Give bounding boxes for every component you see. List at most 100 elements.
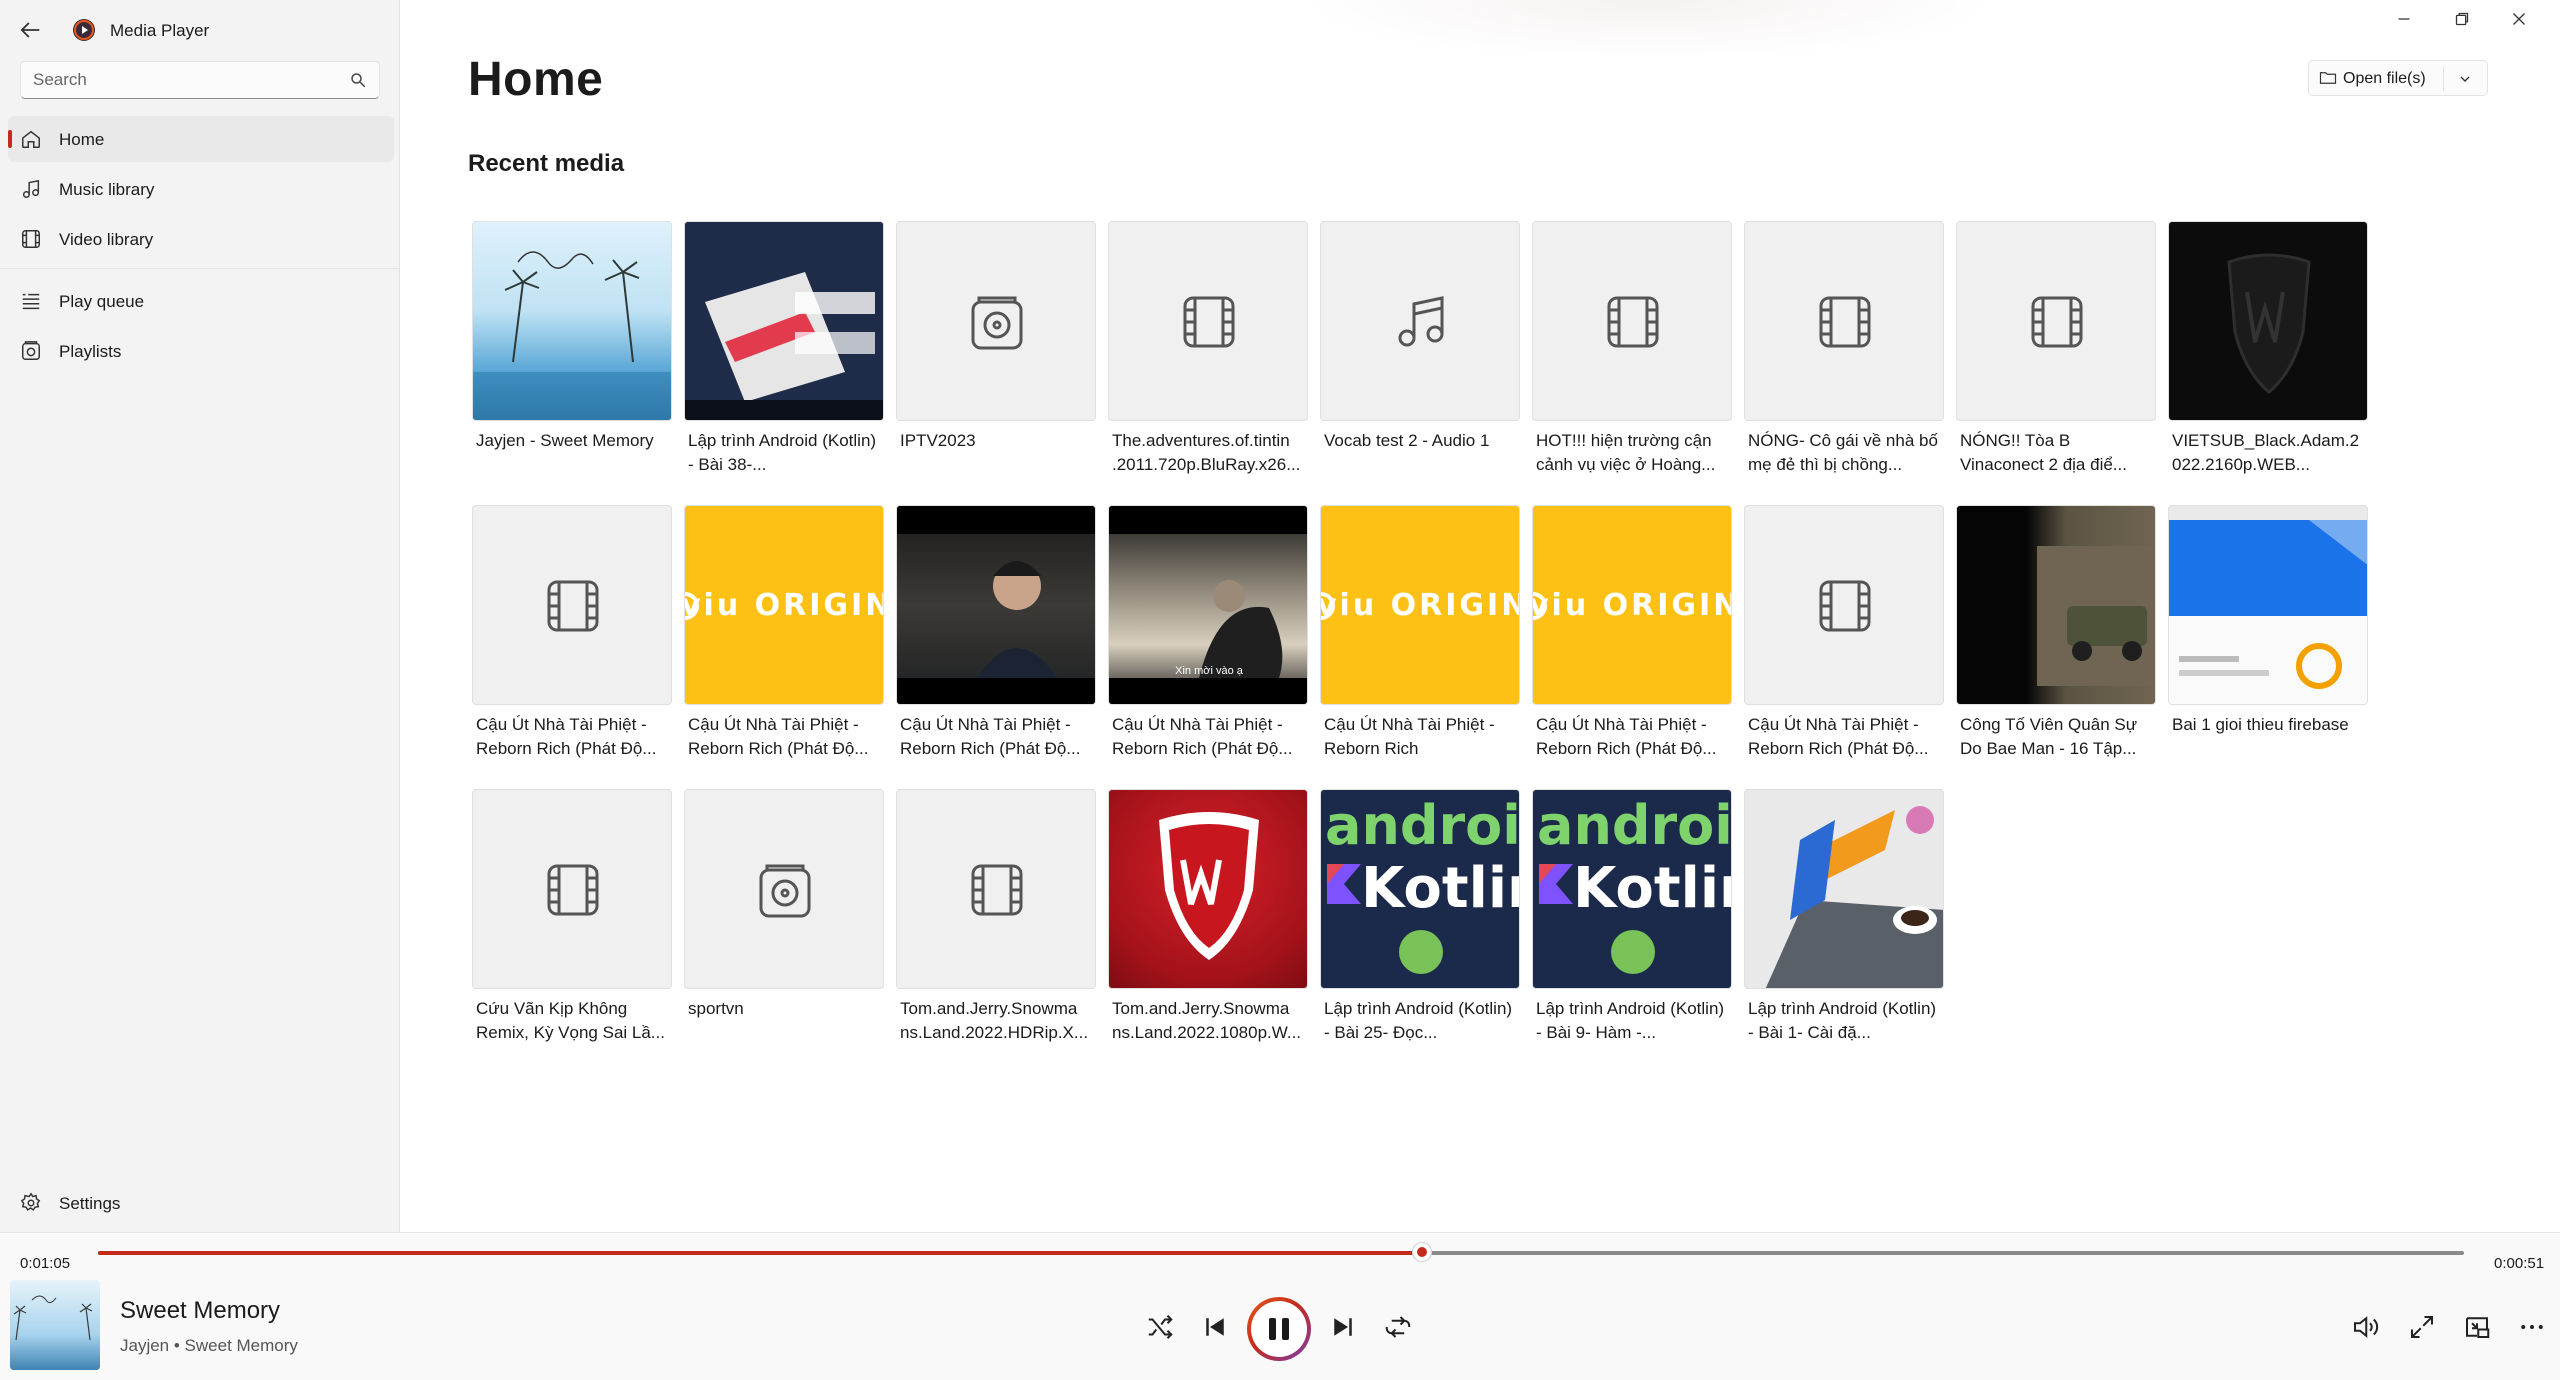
media-tile-title: Lập trình Android (Kotlin) - Bài 9- Hàm …: [1536, 999, 1725, 1042]
media-tile[interactable]: Vocab test 2 - Audio 1: [1320, 221, 1520, 491]
media-tile[interactable]: Bai 1 gioi thieu firebase: [2168, 505, 2368, 775]
media-tile-title: Cậu Út Nhà Tài Phiệt - Reborn Rich (Phát…: [688, 715, 869, 758]
media-thumbnail[interactable]: Xin mời vào ạ: [1108, 505, 1308, 705]
media-thumbnail[interactable]: [1320, 221, 1520, 421]
media-thumbnail[interactable]: [2168, 505, 2368, 705]
media-thumbnail[interactable]: [684, 789, 884, 989]
media-tile[interactable]: Cậu Út Nhà Tài Phiệt - Reborn Rich (Phát…: [472, 505, 672, 775]
media-thumbnail[interactable]: [2168, 221, 2368, 421]
media-tile[interactable]: androicKotlir Lập trình Android (Kotlin) …: [1320, 789, 1520, 1059]
mini-player-icon[interactable]: [2462, 1312, 2492, 1342]
sidebar-item-settings[interactable]: Settings: [8, 1180, 394, 1226]
sidebar-item-label: Music library: [59, 180, 155, 199]
repeat-icon[interactable]: [1383, 1312, 1413, 1342]
media-thumbnail[interactable]: [1744, 789, 1944, 989]
sidebar-item-play-queue[interactable]: Play queue: [8, 278, 394, 324]
pause-button[interactable]: [1247, 1297, 1311, 1361]
pause-bar-left: [1269, 1318, 1276, 1340]
viu-logo-text: viu ORIGINA: [1532, 588, 1731, 623]
minimize-icon[interactable]: [2393, 8, 2415, 30]
media-tile[interactable]: Tom.and.Jerry.Snowma ns.Land.2022.1080p.…: [1108, 789, 1308, 1059]
media-tile-title: VIETSUB_Black.Adam.2 022.2160p.WEB...: [2172, 431, 2360, 474]
media-tile[interactable]: sportvn: [684, 789, 884, 1059]
media-thumbnail[interactable]: [896, 505, 1096, 705]
film-placeholder-icon: [547, 580, 599, 632]
media-thumbnail[interactable]: [1744, 505, 1944, 705]
media-thumbnail[interactable]: [896, 221, 1096, 421]
media-thumbnail[interactable]: [472, 505, 672, 705]
back-arrow-icon[interactable]: [16, 16, 44, 44]
media-tile[interactable]: NÓNG- Cô gái về nhà bố mẹ đẻ thì bị chồn…: [1744, 221, 1944, 491]
media-tile[interactable]: Công Tố Viên Quân Sự Do Bae Man - 16 Tập…: [1956, 505, 2156, 775]
media-tile[interactable]: VIETSUB_Black.Adam.2 022.2160p.WEB...: [2168, 221, 2368, 491]
media-thumbnail[interactable]: [1108, 789, 1308, 989]
open-files-button[interactable]: Open file(s): [2308, 60, 2488, 96]
media-tile[interactable]: Lập trình Android (Kotlin) - Bài 38-...: [684, 221, 884, 491]
media-tile[interactable]: Cậu Út Nhà Tài Phiệt - Reborn Rich (Phát…: [1744, 505, 1944, 775]
media-tile[interactable]: Cứu Vãn Kịp Không Remix, Kỳ Vọng Sai Lầ.…: [472, 789, 672, 1059]
shuffle-icon[interactable]: [1145, 1312, 1175, 1342]
search-input[interactable]: [33, 62, 333, 98]
media-thumbnail[interactable]: [472, 789, 672, 989]
media-tile-title: NÓNG- Cô gái về nhà bố mẹ đẻ thì bị chồn…: [1748, 431, 1938, 474]
page-title: Home: [468, 53, 604, 106]
sidebar-item-home[interactable]: Home: [8, 116, 394, 162]
media-tile[interactable]: NÓNG!! Tòa B Vinaconect 2 địa điể...: [1956, 221, 2156, 491]
volume-icon[interactable]: [2350, 1312, 2380, 1342]
previous-icon[interactable]: [1200, 1312, 1230, 1342]
close-icon[interactable]: [2508, 8, 2530, 30]
media-thumbnail[interactable]: viu ORIGINA: [684, 505, 884, 705]
fullscreen-icon[interactable]: [2407, 1312, 2437, 1342]
media-tile[interactable]: viu ORIGINA Cậu Út Nhà Tài Phiệt - Reborn…: [1320, 505, 1520, 775]
now-playing-album-art[interactable]: [10, 1280, 100, 1370]
media-tile[interactable]: IPTV2023: [896, 221, 1096, 491]
search-box[interactable]: [20, 61, 380, 99]
folder-icon: [2319, 72, 2337, 84]
media-thumbnail[interactable]: androicKotlir: [1320, 789, 1520, 989]
media-tile[interactable]: The.adventures.of.tintin .2011.720p.BluR…: [1108, 221, 1308, 491]
search-icon[interactable]: [349, 71, 367, 89]
sidebar-item-label: Playlists: [59, 342, 122, 361]
media-thumbnail[interactable]: [1532, 221, 1732, 421]
more-options-icon[interactable]: [2517, 1312, 2547, 1342]
media-tile[interactable]: Tom.and.Jerry.Snowma ns.Land.2022.HDRip.…: [896, 789, 1096, 1059]
film-placeholder-icon: [1607, 296, 1659, 348]
media-thumbnail[interactable]: [1956, 221, 2156, 421]
media-thumbnail[interactable]: viu ORIGINA: [1532, 505, 1732, 705]
media-tile-title: Công Tố Viên Quân Sự Do Bae Man - 16 Tập…: [1960, 715, 2138, 758]
sidebar-item-video-library[interactable]: Video library: [8, 216, 394, 262]
seek-bar[interactable]: [98, 1242, 2464, 1262]
media-tile[interactable]: Lập trình Android (Kotlin) - Bài 1- Cài …: [1744, 789, 1944, 1059]
sidebar-item-playlists[interactable]: Playlists: [8, 328, 394, 374]
media-thumbnail[interactable]: [1744, 221, 1944, 421]
media-tile[interactable]: HOT!!! hiện trường cận cảnh vụ việc ở Ho…: [1532, 221, 1732, 491]
media-tile[interactable]: Xin mời vào ạ Cậu Út Nhà Tài Phiệt - Rebo…: [1108, 505, 1308, 775]
media-tile[interactable]: Jayjen - Sweet Memory: [472, 221, 672, 491]
film-placeholder-icon: [2031, 296, 2083, 348]
media-tile[interactable]: viu ORIGINA Cậu Út Nhà Tài Phiệt - Reborn…: [1532, 505, 1732, 775]
media-tile[interactable]: Cậu Út Nhà Tài Phiệt - Reborn Rich (Phát…: [896, 505, 1096, 775]
media-tile[interactable]: androicKotlir Lập trình Android (Kotlin) …: [1532, 789, 1732, 1059]
viu-logo-text: viu ORIGINA: [1320, 588, 1519, 623]
film-placeholder-icon: [971, 864, 1023, 916]
media-thumbnail[interactable]: [472, 221, 672, 421]
android-wordmark: androic: [1325, 794, 1520, 857]
media-thumbnail[interactable]: [896, 789, 1096, 989]
media-thumbnail[interactable]: [1956, 505, 2156, 705]
sidebar-item-label: Video library: [59, 230, 154, 249]
media-thumbnail[interactable]: viu ORIGINA: [1320, 505, 1520, 705]
media-tile-title: Vocab test 2 - Audio 1: [1324, 431, 1490, 450]
title-bar: Media Player: [0, 0, 400, 60]
media-tile[interactable]: viu ORIGINA Cậu Út Nhà Tài Phiệt - Reborn…: [684, 505, 884, 775]
restore-icon[interactable]: [2451, 8, 2473, 30]
next-icon[interactable]: [1328, 1312, 1358, 1342]
media-thumbnail[interactable]: [684, 221, 884, 421]
chevron-down-icon[interactable]: [2457, 71, 2473, 87]
media-thumbnail[interactable]: [1108, 221, 1308, 421]
media-thumbnail[interactable]: androicKotlir: [1532, 789, 1732, 989]
laptop-kotlin-image: [1745, 790, 1943, 988]
sidebar-item-music-library[interactable]: Music library: [8, 166, 394, 212]
media-tile-title: Tom.and.Jerry.Snowma ns.Land.2022.HDRip.…: [900, 999, 1089, 1042]
active-indicator: [8, 130, 12, 148]
now-playing-artist: Jayjen • Sweet Memory: [120, 1336, 298, 1355]
